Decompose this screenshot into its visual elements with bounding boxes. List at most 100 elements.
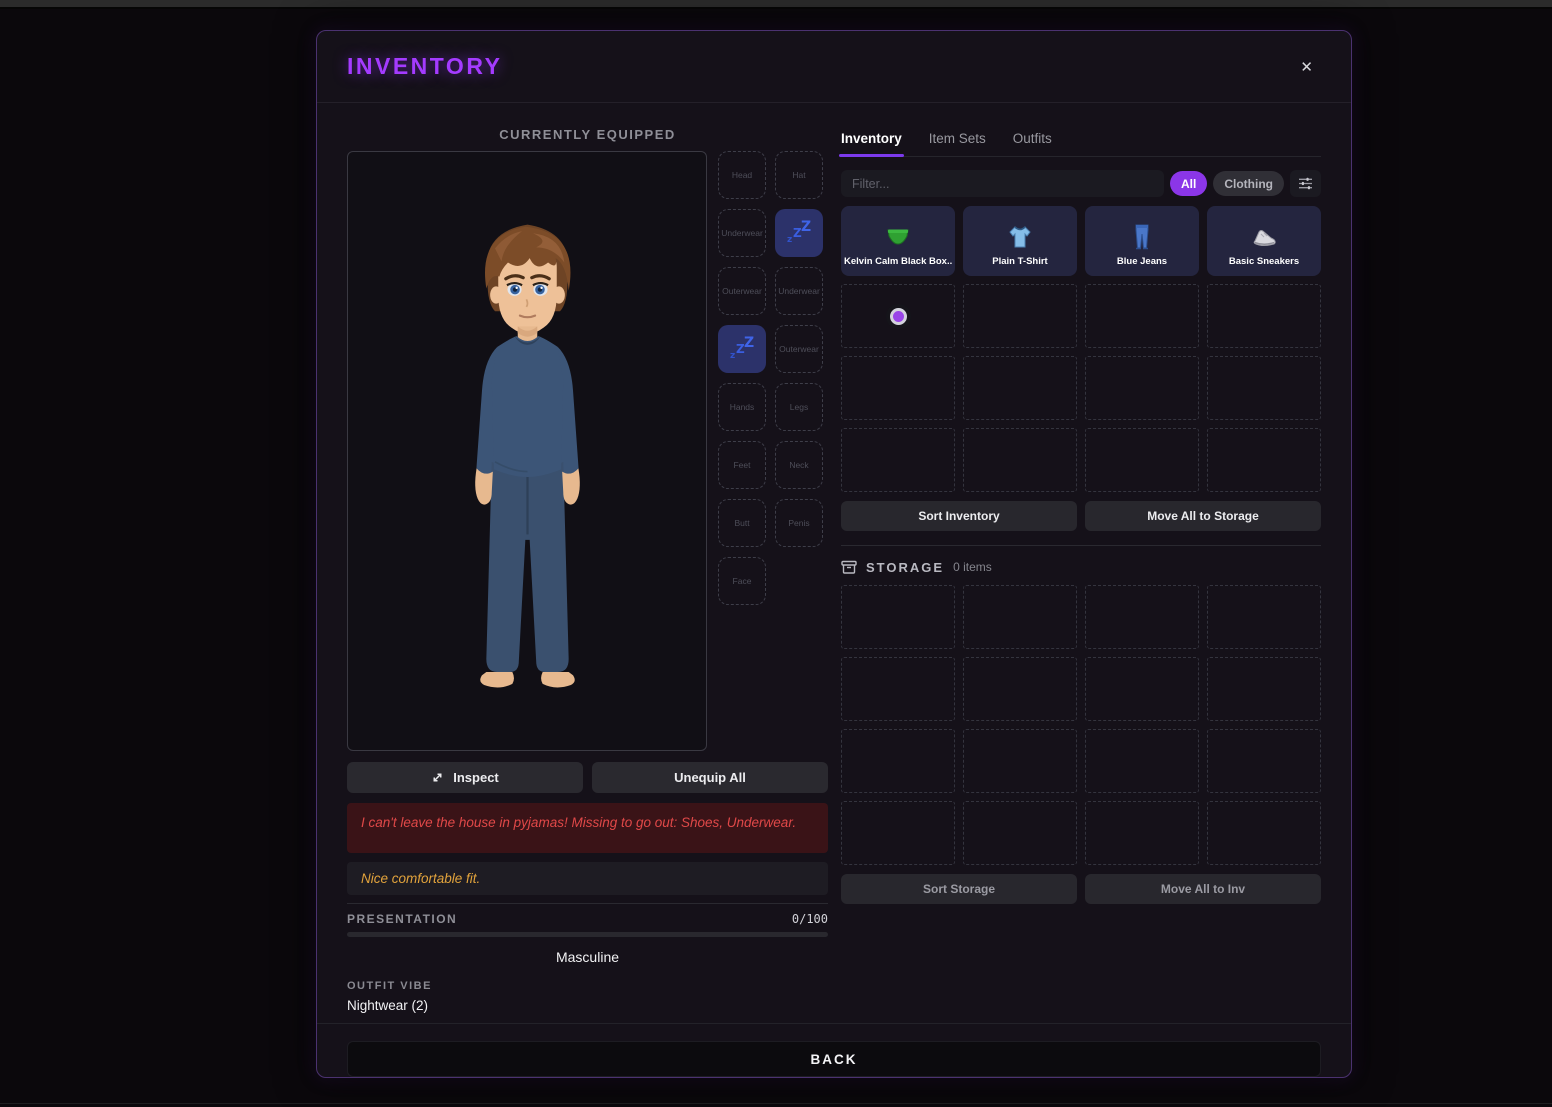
- empty-slot[interactable]: [963, 801, 1077, 865]
- move-all-to-inv-button[interactable]: Move All to Inv: [1085, 874, 1321, 904]
- empty-slot[interactable]: [963, 356, 1077, 420]
- empty-slot[interactable]: [1085, 428, 1199, 492]
- equip-slot-legs[interactable]: Legs: [775, 383, 823, 431]
- close-icon[interactable]: ✕: [1300, 58, 1313, 76]
- modal-header: INVENTORY ✕: [317, 31, 1351, 103]
- equip-slot-butt[interactable]: Butt: [718, 499, 766, 547]
- item-basic-sneakers[interactable]: Basic Sneakers: [1207, 206, 1321, 276]
- storage-count: 0 items: [953, 560, 992, 574]
- filter-clothing-button[interactable]: Clothing: [1213, 171, 1284, 196]
- sleepwear-icon: z Z Z: [783, 217, 815, 249]
- outfit-vibe-label: OUTFIT VIBE: [347, 980, 828, 992]
- inventory-grid: Kelvin Calm Black Box... Plain T-Shirt: [841, 206, 1321, 492]
- orb-icon: [890, 308, 907, 325]
- equipped-panel: CURRENTLY EQUIPPED: [347, 103, 828, 1023]
- inspect-button[interactable]: Inspect: [347, 762, 583, 793]
- equipped-heading: CURRENTLY EQUIPPED: [347, 127, 828, 142]
- item-plain-t-shirt[interactable]: Plain T-Shirt: [963, 206, 1077, 276]
- filter-all-button[interactable]: All: [1170, 171, 1207, 196]
- sneaker-icon: [1250, 220, 1278, 254]
- filter-input[interactable]: [841, 170, 1164, 197]
- empty-slot[interactable]: [1085, 657, 1199, 721]
- storage-title: STORAGE: [866, 560, 944, 575]
- svg-text:z: z: [787, 235, 792, 245]
- equip-slot-outerwear-top[interactable]: Outerwear: [718, 267, 766, 315]
- empty-slot[interactable]: [1207, 657, 1321, 721]
- empty-slot[interactable]: [841, 729, 955, 793]
- filter-settings-button[interactable]: [1290, 170, 1321, 197]
- empty-slot[interactable]: [841, 428, 955, 492]
- empty-slot[interactable]: [1085, 729, 1199, 793]
- inventory-panel: Inventory Item Sets Outfits All Clothing: [841, 103, 1321, 1023]
- modal-footer: BACK: [317, 1023, 1351, 1077]
- storage-actions: Sort Storage Move All to Inv: [841, 874, 1321, 904]
- presentation-row: PRESENTATION 0/100: [347, 912, 828, 926]
- tab-item-sets[interactable]: Item Sets: [929, 131, 986, 146]
- equip-slot-hands[interactable]: Hands: [718, 383, 766, 431]
- empty-slot[interactable]: [841, 801, 955, 865]
- equip-slot-sleepwear-top[interactable]: z Z Z: [775, 209, 823, 257]
- tab-outfits[interactable]: Outfits: [1013, 131, 1052, 146]
- item-kelvin-calm-black-boxers[interactable]: Kelvin Calm Black Box...: [841, 206, 955, 276]
- equip-slot-hat[interactable]: Hat: [775, 151, 823, 199]
- empty-slot[interactable]: [1085, 585, 1199, 649]
- svg-text:z: z: [730, 351, 735, 361]
- screen: INVENTORY ✕ CURRENTLY EQUIPPED: [0, 0, 1552, 1107]
- empty-slot[interactable]: [841, 657, 955, 721]
- empty-slot[interactable]: [963, 657, 1077, 721]
- sleepwear-icon: z Z Z: [726, 333, 758, 365]
- page-title: INVENTORY: [347, 53, 502, 80]
- unequip-all-label: Unequip All: [674, 770, 746, 785]
- tab-inventory[interactable]: Inventory: [841, 131, 902, 146]
- empty-slot[interactable]: [963, 729, 1077, 793]
- move-all-to-storage-button[interactable]: Move All to Storage: [1085, 501, 1321, 531]
- empty-slot[interactable]: [963, 585, 1077, 649]
- equip-row: Head Hat Underwear z Z Z Outerwear Under…: [347, 151, 828, 751]
- empty-slot[interactable]: [963, 428, 1077, 492]
- empty-slot[interactable]: [1207, 356, 1321, 420]
- equip-slot-face[interactable]: Face: [718, 557, 766, 605]
- character-portrait: [347, 151, 707, 751]
- svg-text:Z: Z: [744, 335, 754, 351]
- empty-slot[interactable]: [841, 585, 955, 649]
- divider: [841, 545, 1321, 546]
- empty-slot[interactable]: [1207, 585, 1321, 649]
- unequip-all-button[interactable]: Unequip All: [592, 762, 828, 793]
- equipment-slots: Head Hat Underwear z Z Z Outerwear Under…: [718, 151, 823, 751]
- empty-slot[interactable]: [1207, 284, 1321, 348]
- item-blue-jeans[interactable]: Blue Jeans: [1085, 206, 1199, 276]
- empty-slot[interactable]: [1085, 801, 1199, 865]
- gender-presentation: Masculine: [347, 949, 828, 965]
- sliders-icon: [1298, 177, 1313, 190]
- equip-slot-feet[interactable]: Feet: [718, 441, 766, 489]
- svg-text:Z: Z: [801, 219, 811, 235]
- jeans-icon: [1133, 220, 1151, 254]
- sort-inventory-button[interactable]: Sort Inventory: [841, 501, 1077, 531]
- empty-slot[interactable]: [841, 356, 955, 420]
- empty-slot[interactable]: [1085, 284, 1199, 348]
- equip-slot-underwear-bottom[interactable]: Underwear: [775, 267, 823, 315]
- empty-slot[interactable]: [963, 284, 1077, 348]
- storage-header: STORAGE 0 items: [841, 559, 1321, 575]
- storage-box-icon: [841, 559, 857, 575]
- sort-storage-button[interactable]: Sort Storage: [841, 874, 1077, 904]
- empty-slot[interactable]: [1207, 729, 1321, 793]
- empty-slot[interactable]: [1207, 428, 1321, 492]
- window-bottom-line: [0, 1103, 1552, 1104]
- equip-slot-penis[interactable]: Penis: [775, 499, 823, 547]
- character-sprite: [430, 204, 625, 724]
- modal-body: CURRENTLY EQUIPPED: [317, 103, 1351, 1023]
- window-top-strip: [0, 0, 1552, 9]
- filter-row: All Clothing: [841, 170, 1321, 197]
- empty-slot[interactable]: [1207, 801, 1321, 865]
- equip-slot-neck[interactable]: Neck: [775, 441, 823, 489]
- equip-slot-head[interactable]: Head: [718, 151, 766, 199]
- equip-slot-sleepwear-bottom[interactable]: z Z Z: [718, 325, 766, 373]
- item-slot-loading[interactable]: [841, 284, 955, 348]
- back-button[interactable]: BACK: [347, 1041, 1321, 1077]
- empty-slot[interactable]: [1085, 356, 1199, 420]
- portrait-actions: Inspect Unequip All: [347, 762, 828, 793]
- storage-grid: [841, 585, 1321, 865]
- equip-slot-underwear-top[interactable]: Underwear: [718, 209, 766, 257]
- equip-slot-outerwear-bottom[interactable]: Outerwear: [775, 325, 823, 373]
